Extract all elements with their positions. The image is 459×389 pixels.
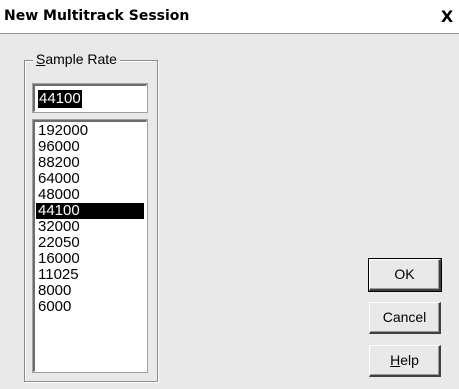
sample-rate-option[interactable]: 192000: [36, 123, 144, 139]
sample-rate-option[interactable]: 8000: [36, 283, 144, 299]
sample-rate-option[interactable]: 11025: [36, 267, 144, 283]
cancel-button[interactable]: Cancel: [369, 302, 441, 334]
sample-rate-accelerator: S: [36, 51, 46, 67]
sample-rate-option[interactable]: 32000: [36, 219, 144, 235]
sample-rate-label-text: ample Rate: [45, 51, 117, 67]
window-title: New Multitrack Session: [4, 8, 190, 24]
sample-rate-option[interactable]: 22050: [36, 235, 144, 251]
new-multitrack-session-dialog: New Multitrack Session X Sample Rate 441…: [0, 0, 459, 389]
ok-button[interactable]: OK: [368, 258, 442, 292]
title-bar[interactable]: New Multitrack Session X: [0, 0, 459, 34]
sample-rate-option[interactable]: 64000: [36, 171, 144, 187]
sample-rate-option[interactable]: 48000: [36, 187, 144, 203]
help-label-text: elp: [400, 352, 419, 368]
sample-rate-list[interactable]: 192000 96000 88200 64000 48000 44100 32000 2205…: [32, 119, 148, 373]
sample-rate-input[interactable]: 44100: [32, 83, 148, 113]
help-accelerator: H: [390, 352, 401, 368]
sample-rate-option[interactable]: 96000: [36, 139, 144, 155]
close-icon[interactable]: X: [436, 6, 458, 28]
sample-rate-option[interactable]: 88200: [36, 155, 144, 171]
sample-rate-option[interactable]: 16000: [36, 251, 144, 267]
sample-rate-option[interactable]: 44100: [36, 203, 144, 219]
sample-rate-label: Sample Rate: [33, 51, 120, 67]
sample-rate-input-value: 44100: [38, 90, 82, 108]
help-button[interactable]: Help: [369, 345, 441, 377]
sample-rate-option[interactable]: 6000: [36, 299, 144, 315]
